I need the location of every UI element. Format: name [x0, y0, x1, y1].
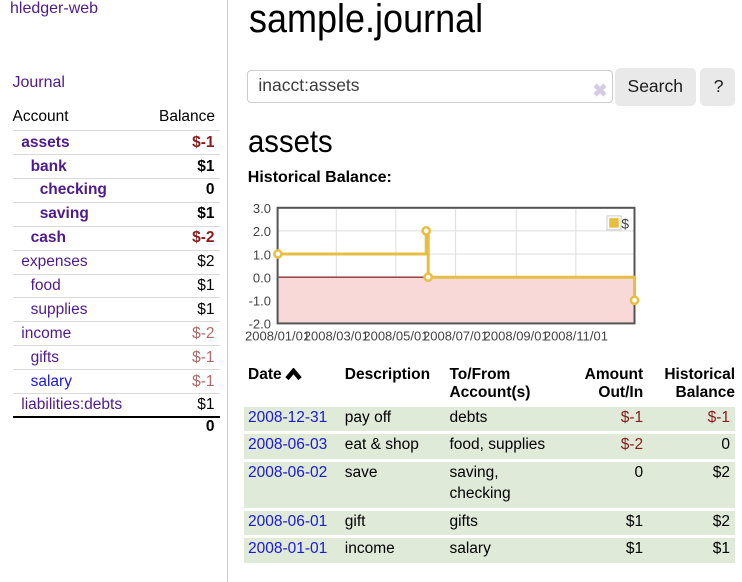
svg-text:2008/07/01: 2008/07/01: [423, 328, 488, 343]
svg-text:2008/11/01: 2008/11/01: [544, 328, 608, 343]
svg-text:3.0: 3.0: [253, 201, 271, 216]
svg-text:-1.0: -1.0: [249, 294, 271, 309]
svg-text:1.0: 1.0: [253, 247, 271, 262]
svg-text:$: $: [621, 215, 629, 231]
svg-text:0.0: 0.0: [253, 271, 271, 286]
svg-text:2008/03/01: 2008/03/01: [304, 328, 369, 343]
svg-text:2008/01/01: 2008/01/01: [245, 328, 310, 343]
svg-text:2008/05/01: 2008/05/01: [363, 328, 428, 343]
svg-text:2.0: 2.0: [253, 224, 271, 239]
svg-text:2008/09/01: 2008/09/01: [484, 328, 549, 343]
